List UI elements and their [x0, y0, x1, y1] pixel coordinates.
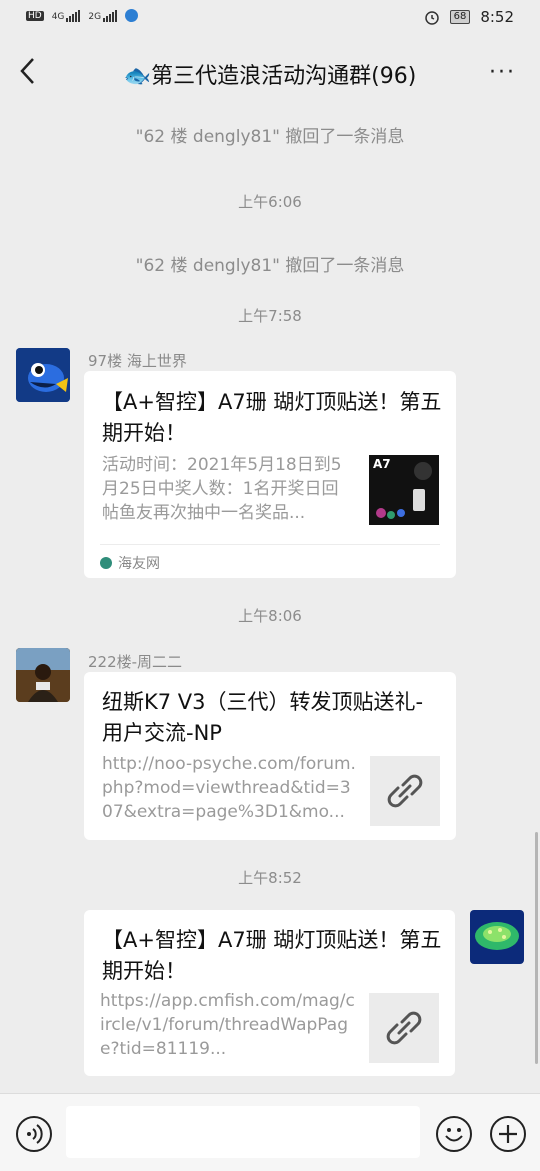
source-logo-icon [100, 557, 112, 569]
emoji-button[interactable] [436, 1116, 472, 1152]
timestamp: 上午6:06 [238, 193, 302, 211]
status-right: 68 8:52 [424, 8, 514, 26]
signal-bars-icon [103, 9, 118, 22]
network-2g-label: 2G [88, 11, 102, 22]
app-notification-icon [125, 9, 139, 22]
signal-2g: 2G [88, 9, 118, 22]
person-avatar-image [16, 648, 70, 702]
coral-light-image [376, 462, 432, 519]
link-icon [386, 1011, 422, 1045]
card-title: 【A+智控】A7珊 瑚灯顶贴送！第五期开始！ [102, 390, 442, 445]
fish-avatar-image [16, 348, 70, 402]
sender-name: 222楼-周二二 [88, 653, 183, 671]
status-bar: HD 4G 2G 68 8:52 [0, 0, 540, 38]
link-card[interactable]: 【A+智控】A7珊 瑚灯顶贴送！第五期开始！ https://app.cmfis… [84, 910, 455, 1076]
sender-name: 97楼 海上世界 [88, 352, 187, 370]
card-title: 【A+智控】A7珊 瑚灯顶贴送！第五期开始！ [102, 928, 442, 983]
link-icon [387, 774, 423, 808]
timestamp: 上午8:06 [238, 607, 302, 625]
status-left: HD 4G 2G [26, 9, 139, 22]
more-options-button[interactable]: ··· [489, 60, 516, 85]
hd-indicator: HD [26, 10, 44, 21]
alarm-icon [424, 11, 439, 25]
card-thumbnail: A7 [369, 455, 439, 525]
card-source: 海友网 [100, 553, 160, 573]
link-placeholder [369, 993, 439, 1063]
link-card[interactable]: 纽斯K7 V3（三代）转发顶贴送礼- 用户交流-NP http://noo-ps… [84, 672, 456, 840]
add-button[interactable] [490, 1116, 526, 1152]
link-card[interactable]: 【A+智控】A7珊 瑚灯顶贴送！第五期开始！ 活动时间：2021年5月18日到5… [84, 371, 456, 578]
card-divider [100, 544, 440, 545]
timestamp: 上午7:58 [238, 307, 302, 325]
card-description: https://app.cmfish.com/mag/circle/v1/for… [100, 991, 355, 1059]
message-input[interactable] [66, 1106, 420, 1158]
my-avatar[interactable] [470, 910, 524, 964]
card-description: http://noo-psyche.com/forum.php?mod=view… [102, 754, 356, 822]
source-name: 海友网 [118, 556, 160, 572]
link-placeholder [370, 756, 440, 826]
plus-icon [499, 1125, 517, 1143]
card-title: 纽斯K7 V3（三代）转发顶贴送礼- 用户交流-NP [102, 690, 424, 745]
voice-button[interactable] [16, 1116, 52, 1152]
coral-avatar-image [470, 910, 524, 964]
card-description: 活动时间：2021年5月18日到5月25日中奖人数：1名开奖日回帖鱼友再次抽中一… [102, 455, 342, 523]
signal-bars-icon [66, 9, 81, 22]
scrollbar[interactable] [535, 832, 538, 1064]
battery-icon: 68 [449, 10, 471, 24]
recall-notice: "62 楼 dengly81" 撤回了一条消息 [135, 256, 405, 276]
recall-notice: "62 楼 dengly81" 撤回了一条消息 [135, 127, 405, 147]
emoji-icon [445, 1128, 463, 1142]
chat-header: 🐟第三代造浪活动沟通群(96) ··· [0, 40, 540, 102]
voice-icon [27, 1124, 43, 1144]
signal-4g: 4G [51, 9, 81, 22]
timestamp: 上午8:52 [238, 869, 302, 887]
avatar[interactable] [16, 648, 70, 702]
chat-title: 🐟第三代造浪活动沟通群(96) [123, 64, 417, 89]
avatar[interactable] [16, 348, 70, 402]
status-time: 8:52 [480, 8, 514, 26]
input-bar [0, 1093, 540, 1171]
network-4g-label: 4G [51, 11, 65, 22]
